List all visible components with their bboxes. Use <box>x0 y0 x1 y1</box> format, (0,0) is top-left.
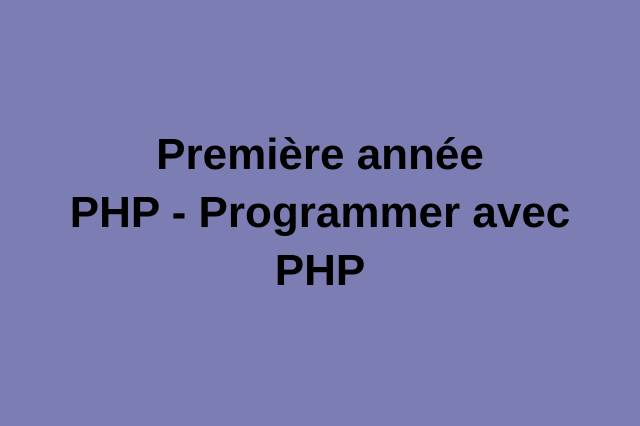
course-title: Première année PHP - Programmer avec PHP <box>0 0 640 426</box>
title-line-language: PHP <box>274 246 366 295</box>
banner-canvas: Première année PHP - Programmer avec PHP <box>0 0 640 426</box>
title-line-course: PHP - Programmer avec <box>69 188 571 237</box>
title-line-year: Première année <box>156 130 484 179</box>
